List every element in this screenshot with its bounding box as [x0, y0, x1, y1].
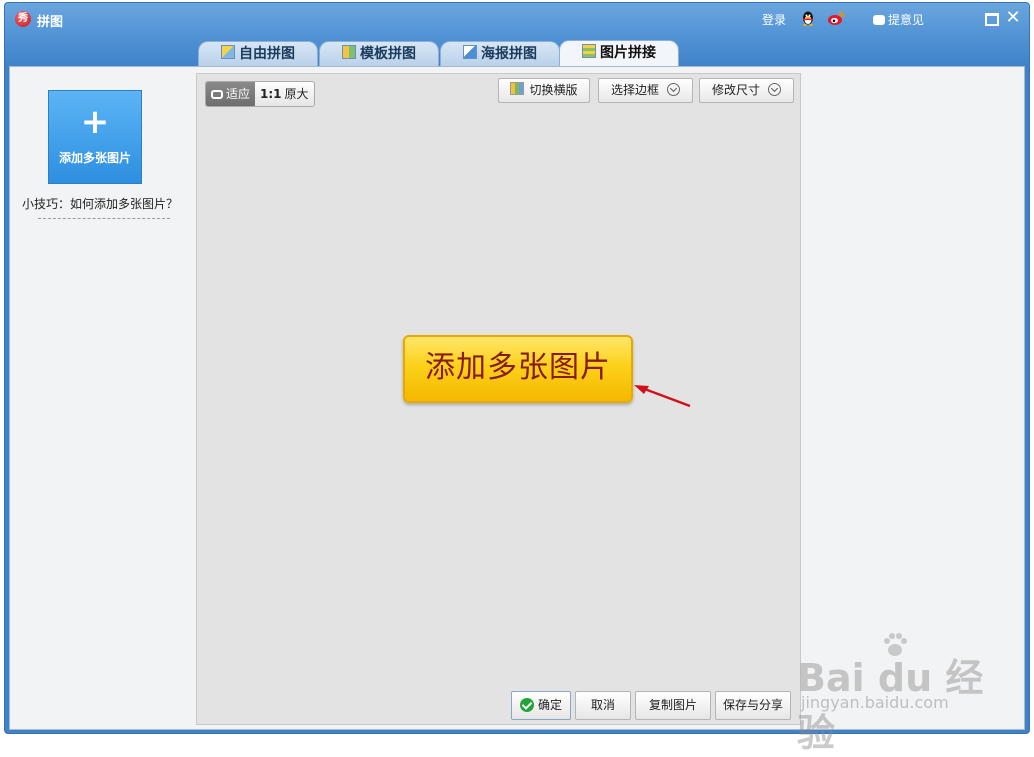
maximize-button[interactable]: [982, 9, 1000, 27]
resize-label: 修改尺寸: [711, 83, 760, 97]
original-size-label: 原大: [284, 87, 309, 101]
select-border-label: 选择边框: [610, 83, 659, 97]
red-arrow-annotation-icon: [634, 385, 691, 408]
app-window: 秀 拼图 登录 提意见 ✕ 自由拼图 模板拼图 海报拼图 图片拼接 + 添加多张…: [4, 2, 1030, 755]
one-to-one-icon: 1:1: [260, 87, 282, 101]
fit-button[interactable]: 适应: [206, 82, 256, 106]
resize-dropdown[interactable]: 修改尺寸: [699, 78, 794, 103]
tab-image-stitch[interactable]: 图片拼接: [559, 40, 679, 68]
original-size-button[interactable]: 1:1 原大: [255, 82, 314, 106]
fit-icon: [211, 89, 223, 99]
switch-layout-label: 切换横版: [529, 83, 578, 97]
qq-penguin-icon[interactable]: [800, 10, 816, 26]
tab-template-collage[interactable]: 模板拼图: [319, 41, 439, 67]
chevron-down-icon: [667, 83, 680, 96]
add-images-tile-label: 添加多张图片: [58, 151, 131, 165]
tab-label: 模板拼图: [360, 46, 416, 62]
weibo-icon[interactable]: [827, 10, 845, 26]
poster-collage-icon: [463, 45, 477, 59]
save-share-button[interactable]: 保存与分享: [715, 691, 791, 720]
feedback-link[interactable]: 提意见: [873, 11, 924, 28]
tip-link[interactable]: 小技巧：如何添加多张图片？: [22, 195, 178, 212]
confirm-label: 确定: [537, 698, 562, 712]
add-images-button[interactable]: 添加多张图片: [403, 335, 633, 403]
divider: [38, 218, 170, 219]
check-icon: [519, 698, 534, 712]
template-collage-icon: [342, 45, 356, 59]
feedback-label: 提意见: [888, 13, 925, 27]
tab-label: 自由拼图: [239, 46, 295, 62]
tab-label: 海报拼图: [481, 46, 537, 62]
select-border-dropdown[interactable]: 选择边框: [598, 78, 693, 103]
layout-grid-icon: [510, 82, 525, 95]
close-button[interactable]: ✕: [1004, 9, 1022, 27]
tab-free-collage[interactable]: 自由拼图: [198, 41, 318, 67]
window-title: 拼图: [37, 15, 64, 30]
confirm-button[interactable]: 确定: [511, 691, 571, 720]
fit-label: 适应: [226, 87, 251, 101]
free-collage-icon: [221, 45, 235, 59]
image-stitch-icon: [582, 44, 596, 58]
chevron-down-icon: [768, 83, 781, 96]
cancel-button[interactable]: 取消: [575, 691, 631, 720]
client-area: + 添加多张图片 小技巧：如何添加多张图片？ 适应 1:1 原大 切换横版 选择边…: [9, 66, 1025, 730]
tab-poster-collage[interactable]: 海报拼图: [440, 41, 560, 67]
chat-bubble-icon: [873, 15, 885, 25]
copy-image-button[interactable]: 复制图片: [635, 691, 711, 720]
stitch-canvas[interactable]: 适应 1:1 原大 切换横版 选择边框 修改尺寸 添加多张图片 确定 取消 复制…: [196, 73, 801, 725]
login-link[interactable]: 登录: [762, 11, 786, 28]
zoom-toggle: 适应 1:1 原大: [205, 81, 315, 107]
switch-layout-button[interactable]: 切换横版: [498, 78, 590, 103]
add-images-tile[interactable]: + 添加多张图片: [48, 90, 142, 184]
plus-icon: +: [80, 102, 110, 142]
tab-label: 图片拼接: [600, 45, 656, 61]
app-logo-icon: 秀: [15, 11, 31, 27]
